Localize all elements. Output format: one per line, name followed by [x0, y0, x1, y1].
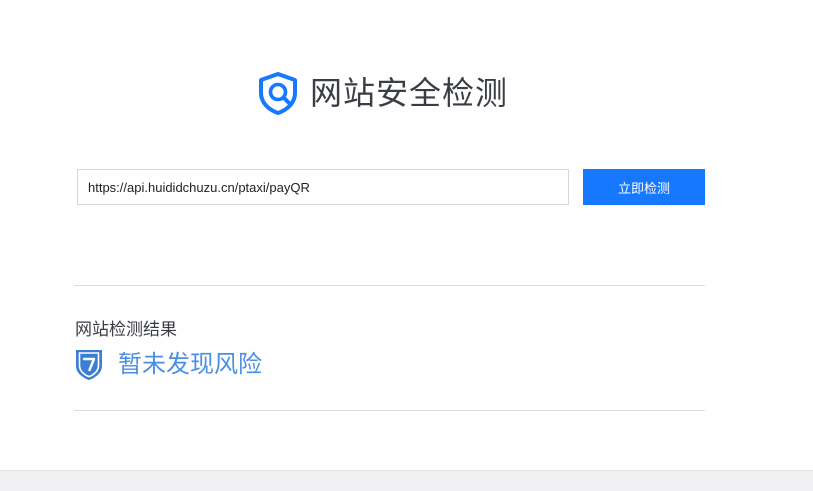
page-title: 网站安全检测 — [310, 74, 509, 112]
result-status: 暂未发现风险 — [74, 347, 262, 381]
shield-check-icon — [74, 347, 104, 381]
check-now-button[interactable]: 立即检测 — [583, 169, 705, 205]
page: 网站安全检测 立即检测 网站检测结果 暂未发现风险 — [0, 0, 813, 491]
result-status-text: 暂未发现风险 — [118, 350, 262, 378]
brand-header: 网站安全检测 — [256, 70, 508, 116]
divider-top — [74, 285, 705, 286]
url-input[interactable] — [77, 169, 569, 205]
result-heading: 网站检测结果 — [75, 320, 177, 340]
footer-bar — [0, 470, 813, 491]
shield-search-icon — [256, 71, 300, 115]
divider-bottom — [74, 410, 705, 411]
